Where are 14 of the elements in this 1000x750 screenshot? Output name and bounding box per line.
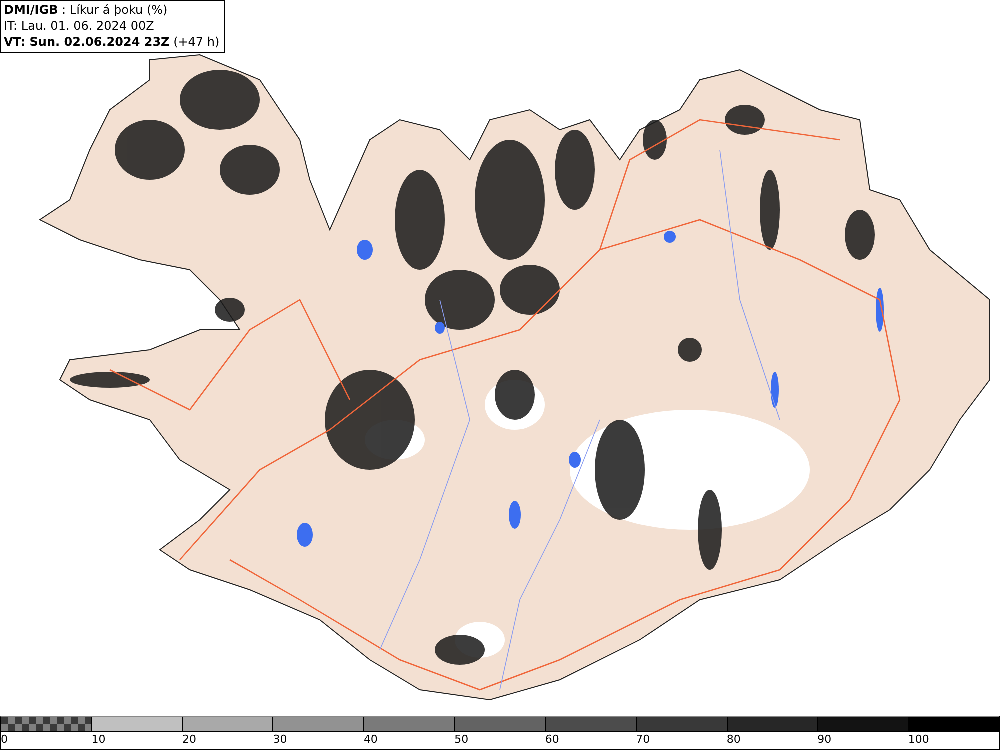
legend-tick-label: 80 — [726, 733, 741, 746]
legend-tick-label: 60 — [545, 733, 560, 746]
legend-tick-label: 100 — [908, 733, 930, 746]
legend-tick-label: 30 — [273, 733, 288, 746]
legend-tick-label: 0 — [1, 733, 8, 746]
title-line: DMI/IGB : Líkur á þoku (%) — [4, 2, 169, 18]
title-line: IT: Lau. 01. 06. 2024 00Z — [4, 18, 156, 34]
legend-tick-label: 70 — [636, 733, 650, 746]
legend-tick-label: 50 — [454, 733, 469, 746]
title-line: VT: Sun. 02.06.2024 23Z (+47 h) — [4, 34, 220, 50]
legend-tick-label: 90 — [818, 733, 832, 746]
legend-tick-label: 40 — [364, 733, 378, 746]
legend-tick-label: 20 — [182, 733, 196, 746]
legend-tick-label: 10 — [92, 733, 106, 746]
